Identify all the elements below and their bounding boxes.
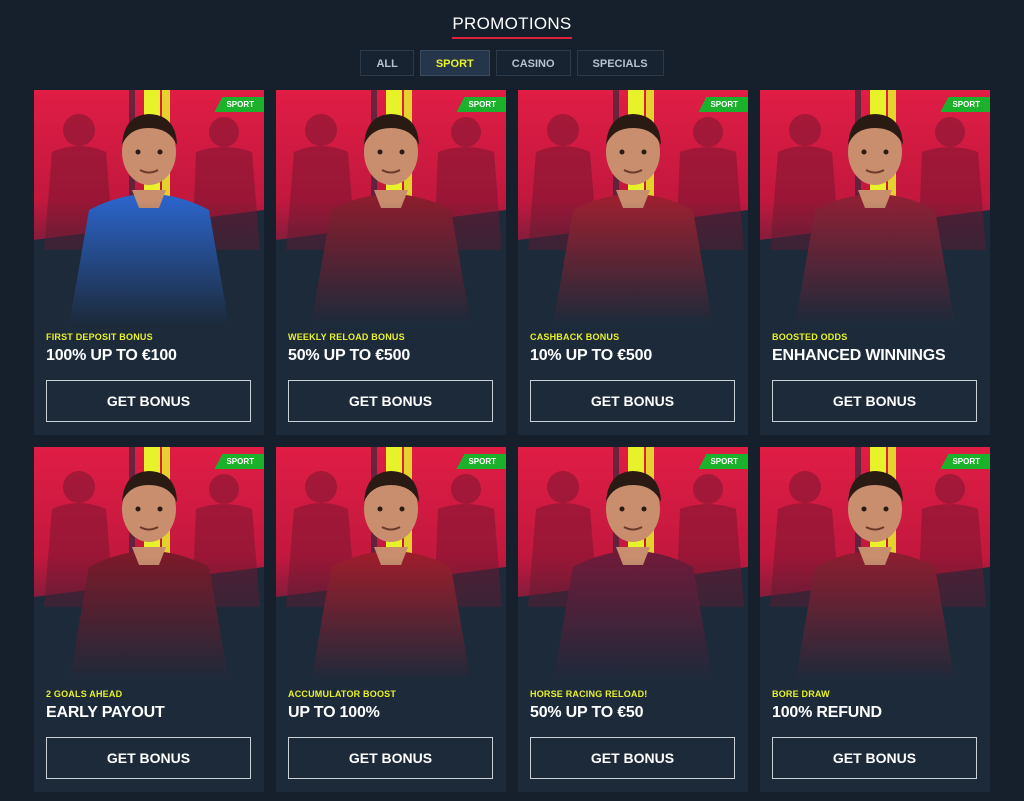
promo-card: SPORT 2 GOALS AHEAD EARLY PAYOUT GET BON… bbox=[34, 447, 264, 792]
promo-artwork bbox=[276, 447, 506, 682]
page-header: PROMOTIONS bbox=[0, 14, 1024, 39]
promo-card: SPORT WEEKLY RELOAD BONUS 50% UP TO €500… bbox=[276, 90, 506, 435]
get-bonus-button[interactable]: GET BONUS bbox=[772, 380, 977, 422]
promo-headline: UP TO 100% bbox=[288, 704, 380, 721]
promo-card: SPORT HORSE RACING RELOAD! 50% UP TO €50… bbox=[518, 447, 748, 792]
get-bonus-button[interactable]: GET BONUS bbox=[530, 737, 735, 779]
tab-sport[interactable]: SPORT bbox=[419, 50, 490, 76]
promo-card: SPORT FIRST DEPOSIT BONUS 100% UP TO €10… bbox=[34, 90, 264, 435]
get-bonus-button[interactable]: GET BONUS bbox=[288, 380, 493, 422]
sport-badge: SPORT bbox=[940, 454, 990, 469]
promo-headline: 100% REFUND bbox=[772, 704, 882, 721]
sport-badge: SPORT bbox=[214, 454, 264, 469]
promo-subtitle: CASHBACK BONUS bbox=[530, 332, 620, 342]
tab-specials[interactable]: SPECIALS bbox=[576, 50, 664, 76]
get-bonus-button[interactable]: GET BONUS bbox=[530, 380, 735, 422]
promo-subtitle: BORE DRAW bbox=[772, 689, 830, 699]
promo-artwork bbox=[760, 447, 990, 682]
promo-subtitle: WEEKLY RELOAD BONUS bbox=[288, 332, 405, 342]
sport-badge: SPORT bbox=[456, 454, 506, 469]
promo-subtitle: 2 GOALS AHEAD bbox=[46, 689, 123, 699]
sport-badge: SPORT bbox=[698, 454, 748, 469]
category-tabs: ALL SPORT CASINO SPECIALS bbox=[0, 50, 1024, 76]
promo-subtitle: FIRST DEPOSIT BONUS bbox=[46, 332, 153, 342]
promo-headline: ENHANCED WINNINGS bbox=[772, 347, 946, 364]
promo-artwork bbox=[34, 447, 264, 682]
get-bonus-button[interactable]: GET BONUS bbox=[288, 737, 493, 779]
promo-artwork bbox=[276, 90, 506, 325]
get-bonus-button[interactable]: GET BONUS bbox=[46, 380, 251, 422]
sport-badge: SPORT bbox=[214, 97, 264, 112]
promo-card: SPORT ACCUMULATOR BOOST UP TO 100% GET B… bbox=[276, 447, 506, 792]
promo-headline: EARLY PAYOUT bbox=[46, 704, 165, 721]
promo-card: SPORT BORE DRAW 100% REFUND GET BONUS bbox=[760, 447, 990, 792]
promo-subtitle: BOOSTED ODDS bbox=[772, 332, 848, 342]
sport-badge: SPORT bbox=[456, 97, 506, 112]
promo-artwork bbox=[518, 447, 748, 682]
promotions-page: PROMOTIONS ALL SPORT CASINO SPECIALS SPO… bbox=[0, 0, 1024, 801]
promo-artwork bbox=[34, 90, 264, 325]
sport-badge: SPORT bbox=[698, 97, 748, 112]
promo-artwork bbox=[518, 90, 748, 325]
promo-headline: 10% UP TO €500 bbox=[530, 347, 653, 364]
get-bonus-button[interactable]: GET BONUS bbox=[46, 737, 251, 779]
tab-all[interactable]: ALL bbox=[360, 50, 414, 76]
promotions-grid: SPORT FIRST DEPOSIT BONUS 100% UP TO €10… bbox=[34, 90, 990, 792]
promo-headline: 50% UP TO €500 bbox=[288, 347, 411, 364]
tab-casino[interactable]: CASINO bbox=[495, 50, 571, 76]
promo-card: SPORT BOOSTED ODDS ENHANCED WINNINGS GET… bbox=[760, 90, 990, 435]
promo-card: SPORT CASHBACK BONUS 10% UP TO €500 GET … bbox=[518, 90, 748, 435]
promo-subtitle: ACCUMULATOR BOOST bbox=[288, 689, 397, 699]
promo-headline: 50% UP TO €50 bbox=[530, 704, 644, 721]
promo-artwork bbox=[760, 90, 990, 325]
get-bonus-button[interactable]: GET BONUS bbox=[772, 737, 977, 779]
promo-subtitle: HORSE RACING RELOAD! bbox=[530, 689, 648, 699]
promo-headline: 100% UP TO €100 bbox=[46, 347, 177, 364]
page-title: PROMOTIONS bbox=[452, 14, 572, 39]
sport-badge: SPORT bbox=[940, 97, 990, 112]
